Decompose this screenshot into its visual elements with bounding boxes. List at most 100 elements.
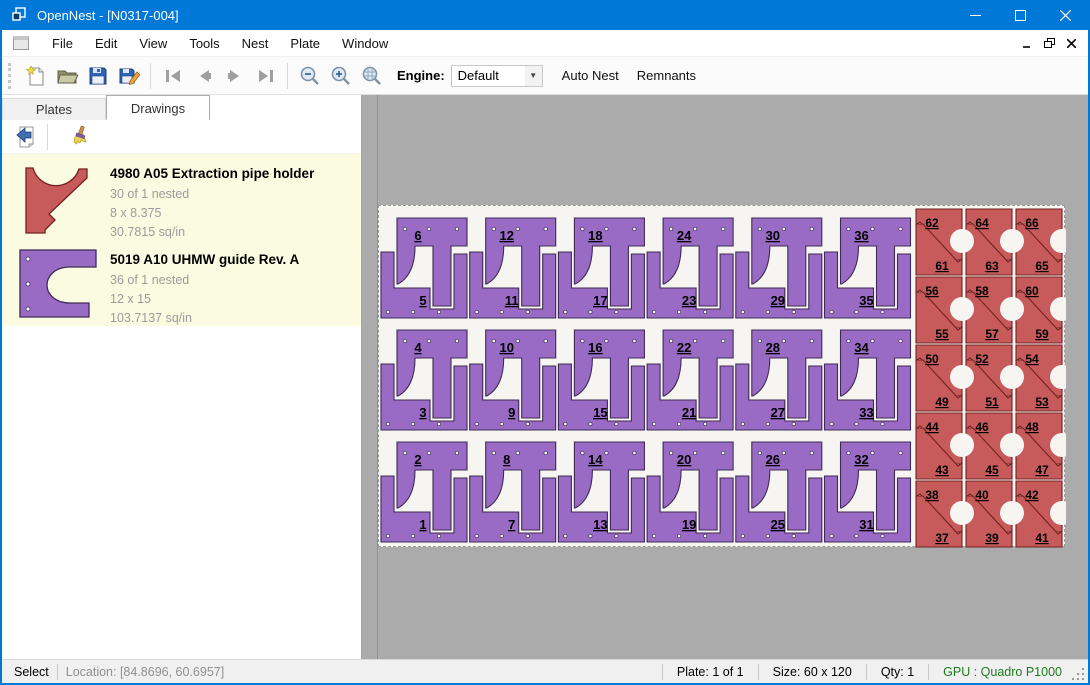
open-file-icon[interactable] <box>51 61 82 91</box>
svg-text:43: 43 <box>935 463 949 477</box>
tab-drawings[interactable]: Drawings <box>106 95 210 120</box>
svg-text:64: 64 <box>975 216 989 230</box>
app-icon <box>11 6 27 25</box>
mdi-document-icon[interactable] <box>13 36 29 50</box>
close-icon[interactable] <box>1043 0 1088 30</box>
svg-text:40: 40 <box>975 488 989 502</box>
svg-text:19: 19 <box>682 517 696 532</box>
engine-label: Engine: <box>397 68 445 83</box>
list-item[interactable]: 5019 A10 UHMW guide Rev. A 36 of 1 neste… <box>2 240 361 326</box>
zoom-out-icon[interactable] <box>294 61 325 91</box>
svg-text:31: 31 <box>859 517 873 532</box>
svg-text:48: 48 <box>1025 420 1039 434</box>
svg-text:6: 6 <box>414 228 421 243</box>
svg-text:20: 20 <box>677 452 691 467</box>
nested-pair-purple: 87 <box>470 442 556 542</box>
tab-plates[interactable]: Plates <box>2 98 106 120</box>
svg-text:46: 46 <box>975 420 989 434</box>
nested-pair-purple: 1413 <box>558 442 644 542</box>
go-first-icon[interactable] <box>157 61 188 91</box>
status-location: Location: [84.8696, 60.6957] <box>66 665 224 679</box>
svg-text:65: 65 <box>1035 259 1049 273</box>
svg-text:34: 34 <box>854 340 869 355</box>
nested-pair-purple: 43 <box>381 330 467 430</box>
resize-grip[interactable] <box>1072 668 1086 682</box>
mdi-close-icon[interactable] <box>1060 33 1082 53</box>
svg-text:23: 23 <box>682 293 696 308</box>
menu-tools[interactable]: Tools <box>178 32 230 55</box>
engine-value: Default <box>458 68 525 83</box>
svg-text:36: 36 <box>854 228 868 243</box>
svg-text:26: 26 <box>766 452 780 467</box>
go-next-icon[interactable] <box>219 61 250 91</box>
go-last-icon[interactable] <box>250 61 281 91</box>
svg-text:18: 18 <box>588 228 602 243</box>
svg-text:62: 62 <box>925 216 939 230</box>
go-previous-icon[interactable] <box>188 61 219 91</box>
svg-text:58: 58 <box>975 284 989 298</box>
save-as-file-icon[interactable] <box>113 61 144 91</box>
minimize-icon[interactable] <box>953 0 998 30</box>
list-item[interactable]: 4980 A05 Extraction pipe holder 30 of 1 … <box>2 154 361 240</box>
menu-view[interactable]: View <box>128 32 178 55</box>
svg-text:17: 17 <box>593 293 607 308</box>
sidebar: Plates Drawings 4980 A05 Extraction pipe… <box>2 95 362 659</box>
svg-text:57: 57 <box>985 327 999 341</box>
title-bar: OpenNest - [N0317-004] <box>2 0 1088 30</box>
svg-text:33: 33 <box>859 405 873 420</box>
svg-text:10: 10 <box>499 340 513 355</box>
svg-text:52: 52 <box>975 352 989 366</box>
nested-pair-purple: 3029 <box>736 218 822 318</box>
clean-icon[interactable] <box>62 122 93 152</box>
svg-text:60: 60 <box>1025 284 1039 298</box>
status-mode: Select <box>2 665 49 679</box>
zoom-in-icon[interactable] <box>325 61 356 91</box>
svg-text:56: 56 <box>925 284 939 298</box>
menu-edit[interactable]: Edit <box>84 32 128 55</box>
svg-text:59: 59 <box>1035 327 1049 341</box>
remnants-button[interactable]: Remnants <box>628 63 705 88</box>
svg-text:21: 21 <box>682 405 696 420</box>
engine-select[interactable]: Default ▼ <box>451 65 543 87</box>
toolbar-grip[interactable] <box>8 63 14 89</box>
svg-text:42: 42 <box>1025 488 1039 502</box>
svg-text:1: 1 <box>419 517 426 532</box>
drawing-nested: 36 of 1 nested <box>110 271 351 290</box>
menu-nest[interactable]: Nest <box>231 32 280 55</box>
nested-pair-purple: 3635 <box>825 218 911 318</box>
drawing-size: 8 x 8.375 <box>110 204 351 223</box>
plate[interactable]: 6512111817242330293635431091615222128273… <box>378 205 1065 547</box>
import-drawing-icon[interactable] <box>10 122 41 152</box>
svg-text:22: 22 <box>677 340 691 355</box>
menu-plate[interactable]: Plate <box>279 32 331 55</box>
maximize-icon[interactable] <box>998 0 1043 30</box>
status-size: Size: 60 x 120 <box>767 665 858 679</box>
auto-nest-button[interactable]: Auto Nest <box>553 63 628 88</box>
status-bar: Select Location: [84.8696, 60.6957] Plat… <box>2 659 1088 683</box>
drawing-thumbnail-red <box>14 162 102 234</box>
window-title: OpenNest - [N0317-004] <box>37 8 179 23</box>
drawing-area: 103.7137 sq/in <box>110 309 351 328</box>
save-file-icon[interactable] <box>82 61 113 91</box>
svg-text:53: 53 <box>1035 395 1049 409</box>
menu-window[interactable]: Window <box>331 32 399 55</box>
svg-text:4: 4 <box>414 340 422 355</box>
svg-text:30: 30 <box>766 228 780 243</box>
svg-text:11: 11 <box>505 293 519 308</box>
mdi-restore-icon[interactable] <box>1038 33 1060 53</box>
nested-pair-purple: 2423 <box>647 218 733 318</box>
drawing-list: 4980 A05 Extraction pipe holder 30 of 1 … <box>2 154 361 326</box>
svg-text:25: 25 <box>771 517 785 532</box>
svg-text:9: 9 <box>508 405 515 420</box>
new-file-icon[interactable] <box>20 61 51 91</box>
menu-file[interactable]: File <box>41 32 84 55</box>
zoom-extents-icon[interactable] <box>356 61 387 91</box>
svg-text:15: 15 <box>593 405 607 420</box>
nest-canvas[interactable]: 6512111817242330293635431091615222128273… <box>362 95 1088 659</box>
svg-text:28: 28 <box>766 340 780 355</box>
svg-text:50: 50 <box>925 352 939 366</box>
mdi-minimize-icon[interactable] <box>1016 33 1038 53</box>
svg-text:47: 47 <box>1035 463 1049 477</box>
drawings-toolbar <box>2 120 361 154</box>
status-gpu: GPU : Quadro P1000 <box>937 665 1068 679</box>
